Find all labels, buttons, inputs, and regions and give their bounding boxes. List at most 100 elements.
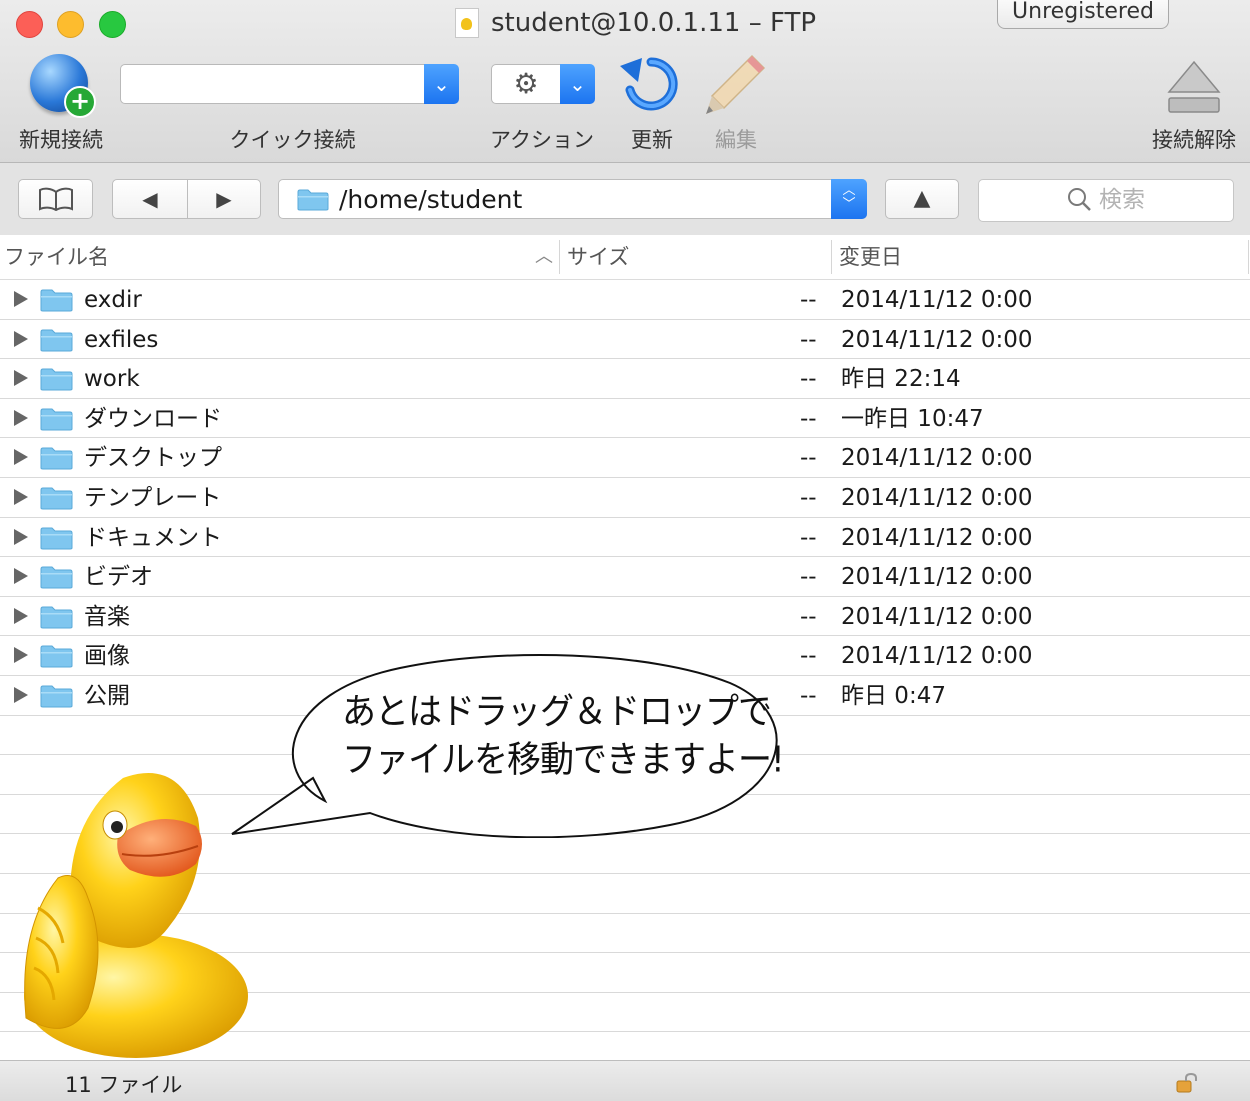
- action-dropdown-button[interactable]: ⌄: [560, 64, 595, 104]
- file-size: --: [800, 603, 817, 630]
- file-modified-date: 2014/11/12 0:00: [841, 445, 1033, 472]
- disclosure-triangle-icon[interactable]: [14, 686, 28, 703]
- parent-directory-button[interactable]: ▲: [885, 179, 959, 219]
- chevron-down-icon: ﹀: [842, 197, 856, 212]
- file-name: 画像: [84, 643, 130, 670]
- file-size: --: [800, 682, 817, 709]
- minimize-window-button[interactable]: [57, 11, 84, 38]
- disclosure-triangle-icon[interactable]: [14, 291, 28, 307]
- column-filename[interactable]: ファイル名: [4, 236, 109, 278]
- file-modified-date: 2014/11/12 0:00: [841, 326, 1033, 353]
- file-row[interactable]: ダウンロード -- 一昨日 10:47: [0, 399, 1250, 439]
- file-name: テンプレート: [84, 484, 222, 511]
- folder-icon: [40, 289, 73, 312]
- file-size: --: [800, 445, 817, 472]
- edit-label: 編集: [715, 128, 757, 152]
- path-stepper-button[interactable]: ︿ ﹀: [831, 179, 867, 219]
- file-size: --: [800, 564, 817, 591]
- disclosure-triangle-icon[interactable]: [14, 449, 28, 466]
- file-row[interactable]: 音楽 -- 2014/11/12 0:00: [0, 597, 1250, 637]
- chevron-down-icon: ⌄: [569, 72, 586, 96]
- file-name: ダウンロード: [84, 405, 222, 432]
- folder-icon: [40, 685, 73, 708]
- zoom-window-button[interactable]: [99, 11, 126, 38]
- path-selector[interactable]: /home/student ︿ ﹀: [278, 179, 867, 219]
- search-field[interactable]: 検索: [978, 179, 1234, 222]
- disclosure-triangle-icon[interactable]: [14, 409, 28, 426]
- pencil-icon: [706, 54, 766, 114]
- folder-icon: [40, 566, 73, 589]
- disclosure-triangle-icon[interactable]: [14, 488, 28, 505]
- file-row[interactable]: テンプレート -- 2014/11/12 0:00: [0, 478, 1250, 518]
- gear-icon: ⚙: [513, 67, 539, 100]
- disclosure-triangle-icon[interactable]: [14, 528, 28, 545]
- file-row[interactable]: exfiles -- 2014/11/12 0:00: [0, 320, 1250, 360]
- file-modified-date: 昨日 0:47: [841, 682, 946, 709]
- disclosure-triangle-icon[interactable]: [14, 370, 28, 387]
- disclosure-triangle-icon[interactable]: [14, 607, 28, 624]
- column-modified[interactable]: 変更日: [839, 236, 902, 278]
- quick-connect-input[interactable]: [120, 64, 425, 104]
- new-connection-label: 新規接続: [19, 128, 103, 152]
- file-size: --: [800, 524, 817, 551]
- disclosure-triangle-icon[interactable]: [14, 330, 28, 347]
- column-divider[interactable]: [559, 240, 560, 274]
- column-size[interactable]: サイズ: [567, 236, 629, 278]
- back-button[interactable]: ◀: [112, 179, 188, 219]
- window-title-text: student@10.0.1.11 – FTP: [491, 8, 817, 38]
- action-label: アクション: [490, 128, 594, 152]
- file-size: --: [800, 405, 817, 432]
- window-title: student@10.0.1.11 – FTP: [455, 6, 816, 40]
- file-size: --: [800, 287, 817, 313]
- folder-icon: [40, 368, 73, 391]
- folder-icon: [40, 447, 73, 470]
- search-placeholder: 検索: [1099, 187, 1145, 213]
- file-modified-date: 2014/11/12 0:00: [841, 603, 1033, 630]
- file-row[interactable]: exdir -- 2014/11/12 0:00: [0, 280, 1250, 320]
- file-modified-date: 2014/11/12 0:00: [841, 287, 1033, 313]
- triangle-up-icon: ▲: [913, 186, 931, 211]
- folder-icon: [40, 606, 73, 629]
- file-name: 音楽: [84, 603, 130, 630]
- duck-document-icon: [455, 8, 479, 38]
- unlocked-lock-icon[interactable]: [1176, 1073, 1198, 1093]
- file-size: --: [800, 484, 817, 511]
- file-name: 公開: [84, 682, 130, 709]
- bookmarks-button[interactable]: [18, 179, 93, 219]
- book-icon: [38, 187, 73, 212]
- file-modified-date: 昨日 22:14: [841, 366, 961, 393]
- folder-icon: [40, 645, 73, 668]
- column-divider[interactable]: [831, 240, 832, 274]
- disclosure-triangle-icon[interactable]: [14, 647, 28, 664]
- action-button[interactable]: ⚙: [491, 64, 561, 104]
- refresh-icon: [620, 57, 678, 111]
- file-row[interactable]: ビデオ -- 2014/11/12 0:00: [0, 557, 1250, 597]
- file-size: --: [800, 326, 817, 353]
- file-name: work: [84, 366, 140, 393]
- file-modified-date: 2014/11/12 0:00: [841, 484, 1033, 511]
- file-count: 11 ファイル: [65, 1073, 183, 1097]
- current-path: /home/student: [339, 185, 523, 214]
- forward-button[interactable]: ▶: [187, 179, 261, 219]
- unregistered-badge[interactable]: Unregistered: [997, 0, 1169, 29]
- file-size: --: [800, 366, 817, 393]
- quick-connect-dropdown-button[interactable]: ⌄: [424, 64, 459, 104]
- sort-ascending-icon: ︿: [535, 246, 553, 267]
- close-window-button[interactable]: [16, 11, 43, 38]
- quick-connect-label: クイック接続: [229, 128, 356, 152]
- column-divider: [1248, 240, 1249, 274]
- disclosure-triangle-icon[interactable]: [14, 568, 28, 585]
- file-row[interactable]: ドキュメント -- 2014/11/12 0:00: [0, 518, 1250, 558]
- chevron-down-icon: ⌄: [433, 72, 450, 96]
- file-row[interactable]: work -- 昨日 22:14: [0, 359, 1250, 399]
- folder-icon: [40, 329, 73, 352]
- speech-line-2: ファイルを移動できますよー!: [342, 739, 785, 782]
- status-bar: 11 ファイル: [0, 1060, 1250, 1101]
- eject-icon: [1167, 60, 1221, 113]
- column-header: ファイル名 ︿ サイズ 変更日: [0, 236, 1250, 280]
- file-modified-date: 一昨日 10:47: [841, 405, 984, 432]
- file-name: exdir: [84, 287, 142, 313]
- file-modified-date: 2014/11/12 0:00: [841, 643, 1033, 670]
- file-row[interactable]: デスクトップ -- 2014/11/12 0:00: [0, 438, 1250, 478]
- folder-icon: [297, 189, 329, 211]
